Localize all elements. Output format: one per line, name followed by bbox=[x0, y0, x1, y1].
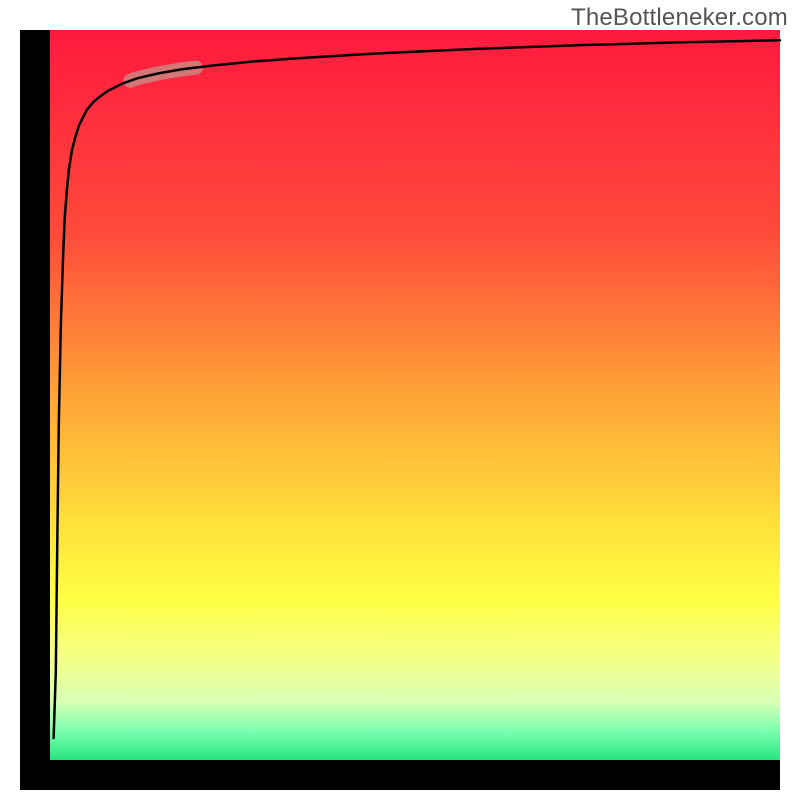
plot-outer bbox=[20, 30, 780, 790]
chart-frame: TheBottleneker.com bbox=[0, 0, 800, 800]
watermark-text: TheBottleneker.com bbox=[571, 4, 788, 32]
bottleneck-curve bbox=[54, 40, 780, 738]
y-axis-band bbox=[20, 30, 50, 790]
chart-svg bbox=[50, 30, 780, 760]
x-axis-band bbox=[20, 760, 780, 790]
